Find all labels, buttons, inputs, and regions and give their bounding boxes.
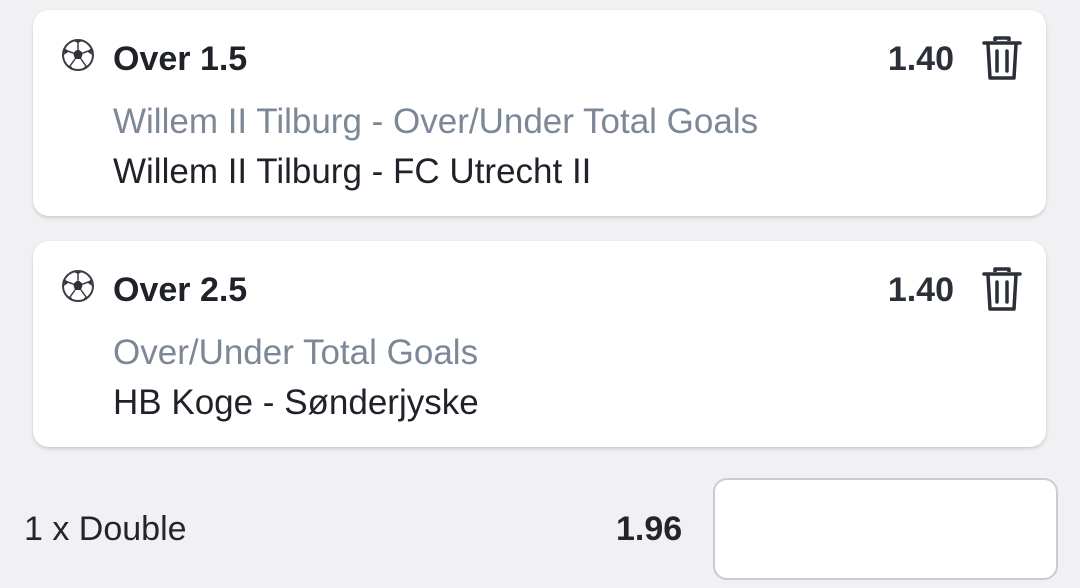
bet-event: HB Koge - Sønderjyske — [113, 383, 479, 422]
stake-input[interactable] — [713, 478, 1058, 580]
trash-icon[interactable] — [980, 34, 1024, 82]
bet-odds: 1.40 — [887, 271, 954, 309]
bet-card: Over 1.5 1.40 Willem II Tilburg - Over/U… — [33, 10, 1046, 216]
bet-market: Over/Under Total Goals — [113, 333, 479, 372]
combined-odds: 1.96 — [616, 510, 683, 548]
bet-selection: Over 1.5 — [113, 40, 248, 78]
soccer-ball-icon — [62, 39, 94, 71]
trash-icon[interactable] — [980, 265, 1024, 313]
bet-selection: Over 2.5 — [113, 271, 248, 309]
bet-type-label: 1 x Double — [24, 510, 187, 548]
bet-odds: 1.40 — [887, 40, 954, 78]
bet-card: Over 2.5 1.40 Over/Under Total Goals HB … — [33, 241, 1046, 447]
soccer-ball-icon — [62, 270, 94, 302]
bet-event: Willem II Tilburg - FC Utrecht II — [113, 152, 592, 191]
betslip: Over 1.5 1.40 Willem II Tilburg - Over/U… — [0, 0, 1080, 588]
bet-market: Willem II Tilburg - Over/Under Total Goa… — [113, 102, 759, 141]
